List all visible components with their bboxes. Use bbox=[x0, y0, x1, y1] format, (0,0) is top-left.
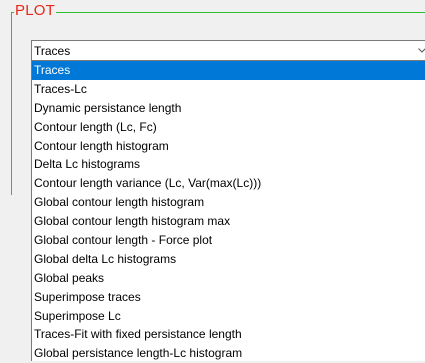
dropdown-option[interactable]: Contour length (Lc, Fc) bbox=[32, 118, 425, 137]
dropdown-option[interactable]: Superimpose Lc bbox=[32, 307, 425, 326]
dropdown-option[interactable]: Global persistance length-Lc histogram bbox=[32, 344, 425, 363]
plot-type-dropdown-list: Traces Traces-Lc Dynamic persistance lengt… bbox=[31, 61, 425, 361]
dropdown-option[interactable]: Traces-Fit with fixed persistance length bbox=[32, 325, 425, 344]
dropdown-option[interactable]: Global contour length histogram max bbox=[32, 212, 425, 231]
dropdown-option[interactable]: Superimpose traces bbox=[32, 288, 425, 307]
chevron-down-icon[interactable] bbox=[414, 41, 425, 60]
dropdown-option[interactable]: Dynamic persistance length bbox=[32, 99, 425, 118]
dropdown-option[interactable]: Global delta Lc histograms bbox=[32, 250, 425, 269]
plot-group-title: PLOT bbox=[14, 2, 56, 20]
combobox-value: Traces bbox=[34, 44, 71, 58]
dropdown-option[interactable]: Global contour length histogram bbox=[32, 193, 425, 212]
dropdown-option[interactable]: Delta Lc histograms bbox=[32, 155, 425, 174]
dropdown-option[interactable]: Contour length histogram bbox=[32, 137, 425, 156]
dropdown-option[interactable]: Contour length variance (Lc, Var(max(Lc)… bbox=[32, 174, 425, 193]
dropdown-option[interactable]: Traces bbox=[32, 61, 425, 80]
dropdown-option[interactable]: Traces-Lc bbox=[32, 80, 425, 99]
plot-type-combobox[interactable]: Traces bbox=[31, 40, 425, 61]
dropdown-option[interactable]: Global contour length - Force plot bbox=[32, 231, 425, 250]
dropdown-option[interactable]: Global peaks bbox=[32, 269, 425, 288]
